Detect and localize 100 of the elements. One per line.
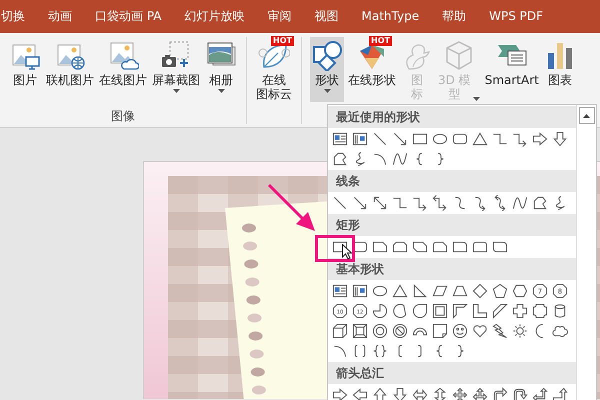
line-shape-icon[interactable] — [372, 131, 388, 147]
rect-shape-icon[interactable] — [412, 131, 428, 147]
can-shape-icon[interactable] — [552, 303, 568, 319]
textbox-shape-icon[interactable] — [332, 131, 348, 147]
folded-corner-shape-icon[interactable] — [432, 323, 448, 339]
elbow-arrow-shape-icon[interactable] — [512, 131, 528, 147]
vtextbox-shape-icon[interactable] — [352, 283, 368, 299]
left-right-arrow-shape-icon[interactable] — [412, 387, 428, 400]
cloud-picture-button[interactable]: 在线图片 — [98, 37, 148, 90]
textbox-shape-icon[interactable] — [332, 283, 348, 299]
button-label: 形状 — [315, 73, 339, 87]
rounded-rect-shape-icon[interactable] — [452, 131, 468, 147]
ribbon-tab[interactable]: 切换 — [0, 0, 26, 33]
curve-shape-icon[interactable] — [392, 151, 408, 167]
ribbon-tab[interactable]: WPS PDF — [488, 0, 544, 33]
chart-button[interactable]: 图表 — [542, 37, 577, 90]
freeform-shape-icon[interactable] — [332, 151, 348, 167]
smiley-shape-icon[interactable] — [452, 323, 468, 339]
bent-arrow-shape-icon[interactable] — [492, 387, 508, 400]
lightning-shape-icon[interactable] — [492, 323, 508, 339]
snip-one-shape-icon[interactable] — [372, 239, 388, 255]
triangle-shape-icon[interactable] — [472, 131, 488, 147]
picture-button[interactable]: 图片 — [8, 37, 42, 90]
ribbon-tab[interactable]: 视图 — [314, 0, 340, 33]
line-shape-icon[interactable] — [332, 195, 348, 211]
cross-shape-icon[interactable] — [512, 303, 528, 319]
right-triangle-shape-icon[interactable] — [412, 283, 428, 299]
ribbon-tab[interactable]: 口袋动画 PA — [94, 0, 162, 33]
round-diag-shape-icon[interactable] — [492, 239, 508, 255]
freeform-shape-icon[interactable] — [532, 195, 548, 211]
diagonal-stripe-shape-icon[interactable] — [492, 303, 508, 319]
arc-shape-icon[interactable] — [332, 343, 348, 359]
no-symbol-shape-icon[interactable] — [392, 323, 408, 339]
pie-shape-icon[interactable] — [372, 303, 388, 319]
u-turn-arrow-shape-icon[interactable] — [512, 387, 528, 400]
oval-shape-icon[interactable] — [432, 131, 448, 147]
screenshot-button[interactable]: 屏幕截图 — [151, 37, 201, 96]
diamond-shape-icon[interactable] — [472, 283, 488, 299]
elbow-double-arrow-shape-icon[interactable] — [432, 195, 448, 211]
teardrop-shape-icon[interactable] — [412, 303, 428, 319]
scrollbar[interactable] — [576, 105, 596, 400]
elbow-shape-icon[interactable] — [392, 195, 408, 211]
cloud-shape-icon[interactable] — [552, 323, 568, 339]
trapezoid-shape-icon[interactable] — [452, 283, 468, 299]
curve-shape-icon[interactable] — [512, 195, 528, 211]
double-arrow-line-shape-icon[interactable] — [372, 195, 388, 211]
double-brace-shape-icon[interactable] — [372, 343, 388, 359]
double-bracket-shape-icon[interactable] — [352, 343, 368, 359]
parallelogram-shape-icon[interactable] — [432, 283, 448, 299]
snip-diag-shape-icon[interactable] — [412, 239, 428, 255]
down-arrow-shape-icon[interactable] — [552, 131, 568, 147]
up-arrow-shape-icon[interactable] — [372, 387, 388, 400]
curve-double-arrow-shape-icon[interactable] — [492, 195, 508, 211]
round-one-shape-icon[interactable] — [452, 239, 468, 255]
l-shape-shape-icon[interactable] — [472, 303, 488, 319]
ribbon-tab[interactable]: 帮助 — [441, 0, 468, 33]
rounded-rect-shape-icon[interactable] — [352, 239, 368, 255]
donut-shape-icon[interactable] — [372, 323, 388, 339]
hexagon-shape-icon[interactable] — [512, 283, 528, 299]
vtextbox-shape-icon[interactable] — [352, 131, 368, 147]
smartart-button[interactable]: SmartArt — [484, 37, 540, 90]
sun-shape-icon[interactable] — [512, 323, 528, 339]
snip-same-shape-icon[interactable] — [392, 239, 408, 255]
online-picture-button[interactable]: 联机图片 — [45, 37, 95, 90]
right-arrow-shape-icon[interactable] — [332, 387, 348, 400]
ribbon-tab[interactable]: 审阅 — [266, 0, 292, 33]
oval-shape-icon[interactable] — [372, 283, 388, 299]
arrow-line-shape-icon[interactable] — [352, 195, 368, 211]
half-frame-shape-icon[interactable] — [452, 303, 468, 319]
ribbon-tab[interactable]: 幻灯片放映 — [184, 0, 246, 33]
arrow-line-shape-icon[interactable] — [392, 131, 408, 147]
elbow-shape-icon[interactable] — [492, 131, 508, 147]
left-right-up-arrow-shape-icon[interactable] — [472, 387, 488, 400]
left-arrow-shape-icon[interactable] — [352, 387, 368, 400]
round-same-shape-icon[interactable] — [472, 239, 488, 255]
pentagon-shape-icon[interactable] — [492, 283, 508, 299]
left-up-arrow-shape-icon[interactable] — [532, 387, 548, 400]
chord-shape-icon[interactable] — [392, 303, 408, 319]
quad-arrow-shape-icon[interactable] — [452, 387, 468, 400]
elbow-arrow-shape-icon[interactable] — [412, 195, 428, 211]
triangle-shape-icon[interactable] — [392, 283, 408, 299]
snip-round-shape-icon[interactable] — [432, 239, 448, 255]
rect-shape-icon[interactable] — [332, 239, 348, 255]
ribbon-tab[interactable]: 动画 — [47, 0, 73, 33]
right-arrow-shape-icon[interactable] — [532, 131, 548, 147]
arc-shape-icon[interactable] — [372, 151, 388, 167]
bevel-shape-icon[interactable] — [352, 323, 368, 339]
heart-shape-icon[interactable] — [472, 323, 488, 339]
frame-shape-icon[interactable] — [432, 303, 448, 319]
down-arrow-shape-icon[interactable] — [392, 387, 408, 400]
online-shapes-button[interactable]: HOT 在线形状 — [347, 37, 397, 90]
ribbon-tab[interactable]: MathType — [360, 0, 420, 33]
plaque-shape-icon[interactable] — [532, 303, 548, 319]
scroll-up-button[interactable] — [578, 107, 594, 124]
cube-shape-icon[interactable] — [332, 323, 348, 339]
bent-up-arrow-shape-icon[interactable] — [552, 387, 568, 400]
shapes-button[interactable]: 形状 — [310, 37, 344, 102]
up-down-arrow-shape-icon[interactable] — [432, 387, 448, 400]
leaf-button[interactable]: HOT 在线 图标云 — [255, 37, 293, 104]
album-button[interactable]: 相册 — [204, 37, 238, 96]
